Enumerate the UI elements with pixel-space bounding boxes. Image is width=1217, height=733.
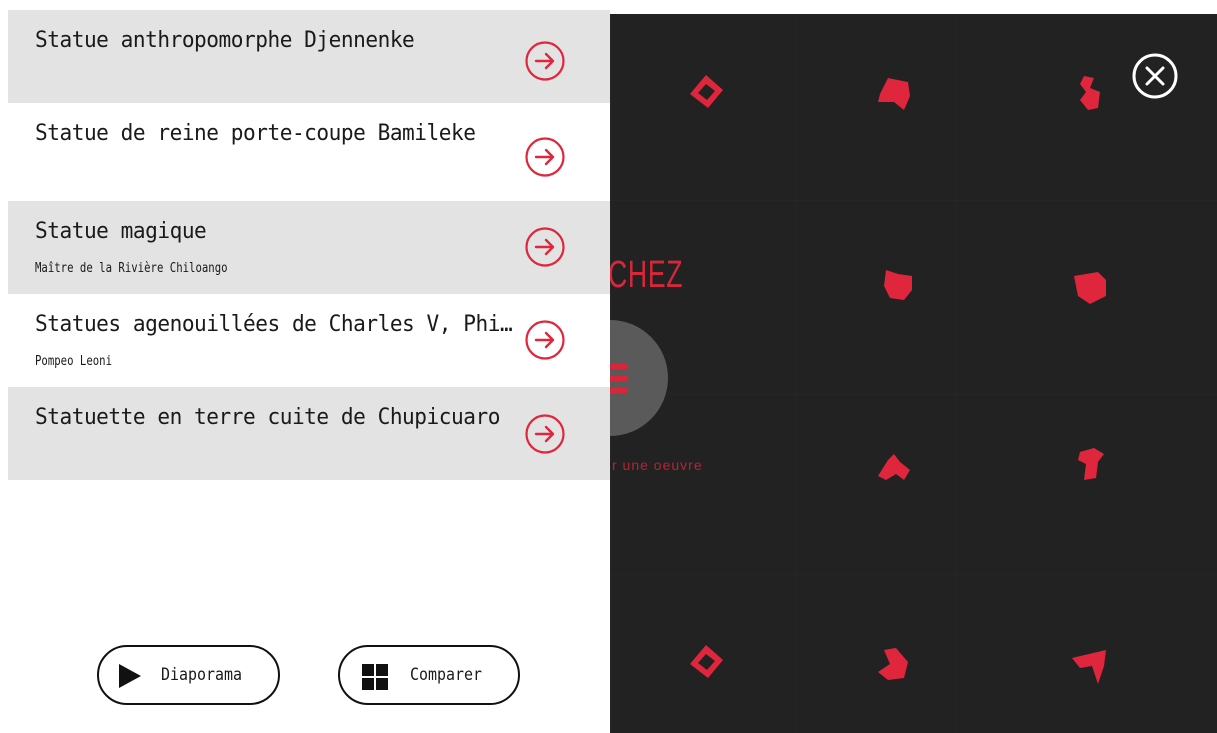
open-result-button[interactable] <box>524 136 566 178</box>
open-result-button[interactable] <box>524 319 566 361</box>
background-menu-circle <box>610 320 668 436</box>
result-item[interactable]: Statue anthropomorphe Djennenke <box>8 10 610 103</box>
result-title: Statuette en terre cuite de Chupicuaro <box>35 405 500 430</box>
artwork-thumbnail[interactable] <box>1070 266 1110 306</box>
results-list-panel: Statue anthropomorphe Djennenke Statue d… <box>0 0 610 733</box>
background-heading: CHEZ <box>610 254 684 296</box>
slideshow-label: Diaporama <box>161 665 243 685</box>
arrow-right-circle-icon <box>525 41 565 81</box>
grid-divider <box>955 14 956 733</box>
close-circle-icon <box>1132 53 1178 99</box>
close-button[interactable] <box>1131 52 1179 100</box>
result-subtitle: Pompeo Leoni <box>35 354 113 369</box>
grid-divider <box>610 394 1217 395</box>
result-item[interactable]: Statuette en terre cuite de Chupicuaro <box>8 387 610 480</box>
result-item[interactable]: Statue magique Maître de la Rivière Chil… <box>8 201 610 294</box>
artwork-thumbnail[interactable] <box>874 446 914 486</box>
result-item[interactable]: Statues agenouillées de Charles V, Phi… … <box>8 294 610 387</box>
result-item[interactable]: Statue de reine porte-coupe Bamileke <box>8 103 610 196</box>
app-root: CHEZ r une oeuvre Statue anthropomorphe … <box>0 0 1217 733</box>
arrow-right-circle-icon <box>525 137 565 177</box>
slideshow-button[interactable]: Diaporama <box>97 645 280 705</box>
play-icon <box>119 664 141 688</box>
arrow-right-circle-icon <box>525 320 565 360</box>
background-subtext: r une oeuvre <box>612 457 703 473</box>
artwork-thumbnail[interactable] <box>878 262 918 302</box>
result-title: Statue magique <box>35 219 207 244</box>
artwork-thumbnail[interactable] <box>1070 444 1110 484</box>
grid-divider <box>795 14 796 733</box>
artwork-thumbnail[interactable] <box>874 642 914 682</box>
arrow-right-circle-icon <box>525 414 565 454</box>
open-result-button[interactable] <box>524 40 566 82</box>
open-result-button[interactable] <box>524 413 566 455</box>
grid-divider <box>610 200 1217 201</box>
compare-label: Comparer <box>410 665 483 685</box>
compare-button[interactable]: Comparer <box>338 645 520 705</box>
open-result-button[interactable] <box>524 226 566 268</box>
grid-divider <box>610 574 1217 575</box>
artwork-thumbnail[interactable] <box>874 72 914 112</box>
result-title: Statues agenouillées de Charles V, Phi… <box>35 312 513 337</box>
artwork-grid-panel: CHEZ r une oeuvre <box>610 14 1217 733</box>
artwork-thumbnail[interactable] <box>1072 72 1112 112</box>
arrow-right-circle-icon <box>525 227 565 267</box>
result-title: Statue anthropomorphe Djennenke <box>35 28 415 53</box>
artwork-thumbnail[interactable] <box>686 642 726 682</box>
grid-icon <box>362 664 388 690</box>
result-title: Statue de reine porte-coupe Bamileke <box>35 121 476 146</box>
artwork-thumbnail[interactable] <box>686 72 726 112</box>
artwork-thumbnail[interactable] <box>1070 644 1110 684</box>
result-subtitle: Maître de la Rivière Chiloango <box>35 261 228 276</box>
